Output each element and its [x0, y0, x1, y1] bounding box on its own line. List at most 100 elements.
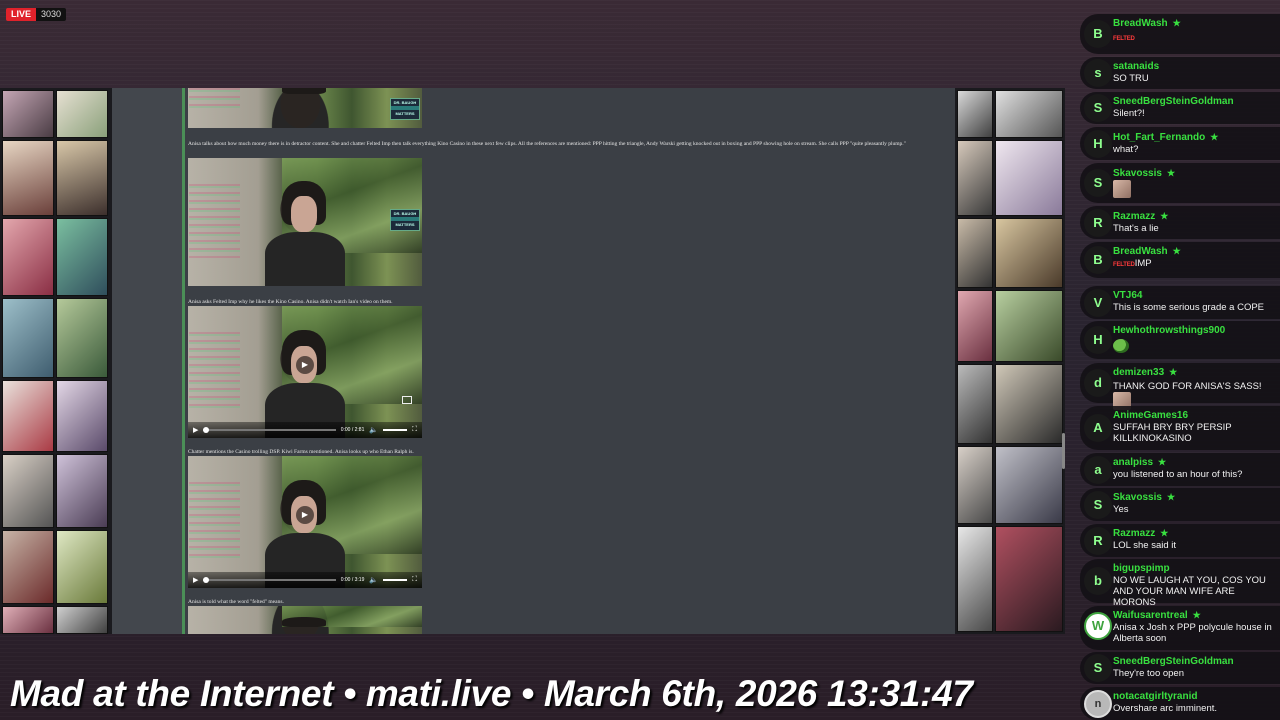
chat-text: SUFFAH BRY BRY PERSIP KILLKINOKASINO: [1113, 422, 1232, 444]
chat-username: VTJ64: [1113, 290, 1143, 301]
clip-caption: Anisa talks about how much money there i…: [188, 141, 906, 147]
chat-username: Waifusarentreal ★: [1113, 610, 1201, 621]
video-player[interactable]: ▶ ▶ 0:00 / 3:19 🔈 ⛶: [188, 456, 422, 588]
volume-icon[interactable]: 🔈: [369, 426, 378, 434]
volume-slider[interactable]: [383, 579, 408, 581]
live-indicator: LIVE 3030: [6, 8, 67, 21]
avatar: S: [1084, 654, 1112, 682]
chat-message: H Hot_Fart_Fernando ★ what?: [1080, 127, 1280, 160]
chat-message: A AnimeGames16 SUFFAH BRY BRY PERSIP KIL…: [1080, 406, 1280, 450]
star-icon: ★: [1192, 610, 1201, 620]
fullscreen-icon[interactable]: ⛶: [412, 576, 417, 584]
chat-text: Overshare arc imminent.: [1113, 703, 1218, 714]
clip-caption: Anisa asks Felted Imp why he likes the K…: [188, 299, 393, 305]
avatar: H: [1084, 326, 1112, 354]
avatar: R: [1084, 209, 1112, 237]
video-time: 0:00 / 2:81: [340, 427, 365, 433]
chat-username: AnimeGames16: [1113, 410, 1189, 421]
chat-username: SneedBergSteinGoldman: [1113, 656, 1234, 667]
play-button[interactable]: ▶: [193, 426, 198, 434]
chat-username: bigupspimp: [1113, 563, 1170, 574]
star-icon: ★: [1169, 367, 1178, 377]
chat-text: [1113, 339, 1277, 353]
frog-emote: [1113, 339, 1129, 353]
chat-username: Hewhothrowsthings900: [1113, 325, 1226, 336]
left-comic-panel: [0, 88, 112, 634]
page-scrollbar[interactable]: [1062, 433, 1065, 469]
chat-username: BreadWash ★: [1113, 246, 1181, 257]
avatar: a: [1084, 456, 1112, 484]
content-border: [182, 88, 185, 634]
star-icon: ★: [1166, 492, 1176, 502]
video-time: 0:00 / 3:19: [340, 577, 365, 583]
chat-username: Hot_Fart_Fernando ★: [1113, 132, 1219, 143]
picture-in-picture-icon[interactable]: [402, 396, 412, 404]
chat-text: what?: [1113, 144, 1139, 155]
chat-username: Skavossis ★: [1113, 492, 1176, 503]
stream-title-ticker: Mad at the Internet • mati.live • March …: [10, 673, 973, 714]
felted-emote: FELTED: [1113, 36, 1135, 42]
chat-text: SO TRU: [1113, 73, 1149, 84]
avatar: A: [1084, 414, 1112, 442]
channel-logo: DR. BAUGH MATTERS: [390, 209, 420, 232]
video-controls: ▶ 0:00 / 3:19 🔈 ⛶: [188, 572, 422, 588]
play-button[interactable]: ▶: [193, 576, 198, 584]
chat-panel: B BreadWash ★ FELTED s satanaids SO TRU S…: [1080, 0, 1280, 720]
chat-text: Anisa x Josh x PPP polycule house in Alb…: [1113, 622, 1272, 644]
chat-message: S SneedBergSteinGoldman Silent?!: [1080, 92, 1280, 124]
seek-handle[interactable]: [203, 427, 210, 433]
seek-bar[interactable]: [203, 427, 336, 433]
screen-share: DR. BAUGH MATTERS Anisa talks about how m…: [0, 88, 1065, 634]
chat-message: V VTJ64 This is some serious grade a COP…: [1080, 286, 1280, 319]
volume-slider[interactable]: [383, 429, 408, 431]
star-icon: ★: [1210, 132, 1219, 142]
chat-username: analpiss ★: [1113, 457, 1167, 468]
video-clip[interactable]: DR. BAUGH MATTERS: [188, 158, 422, 286]
avatar: b: [1084, 567, 1112, 595]
star-icon: ★: [1172, 246, 1181, 256]
avatar: S: [1084, 491, 1112, 519]
star-icon: ★: [1160, 211, 1169, 221]
star-icon: ★: [1158, 457, 1167, 467]
video-clip-top[interactable]: DR. BAUGH MATTERS: [188, 88, 422, 128]
chat-message: R Razmazz ★ That's a lie: [1080, 206, 1280, 239]
avatar: B: [1084, 20, 1112, 48]
chat-username: notacatgirltyranid: [1113, 691, 1198, 702]
page-gutter: [112, 88, 182, 634]
chat-text: LOL she said it: [1113, 540, 1177, 551]
clip-caption: Chatter mentions the Casino trolling DSP…: [188, 449, 414, 455]
chat-message: W Waifusarentreal ★ Anisa x Josh x PPP po…: [1080, 606, 1280, 650]
chat-username: satanaids: [1113, 61, 1160, 72]
chat-message: B BreadWash ★ FELTED: [1080, 14, 1280, 54]
avatar: S: [1084, 94, 1112, 122]
chat-message: n notacatgirltyranid Overshare arc immin…: [1080, 687, 1280, 720]
video-controls: ▶ 0:00 / 2:81 🔈 ⛶: [188, 422, 422, 438]
avatar: d: [1084, 369, 1112, 397]
chat-text: FELTEDIMP: [1113, 258, 1152, 269]
chat-username: BreadWash ★: [1113, 18, 1181, 29]
right-comic-panel: [955, 88, 1065, 634]
video-clip-bottom[interactable]: [188, 606, 422, 634]
avatar: R: [1084, 527, 1112, 555]
volume-icon[interactable]: 🔈: [369, 576, 378, 584]
page-content: DR. BAUGH MATTERS Anisa talks about how m…: [182, 88, 955, 634]
chat-text: FELTED: [1113, 32, 1277, 45]
chat-message: b bigupspimp NO WE LAUGH AT YOU, COS YOU…: [1080, 559, 1280, 608]
video-player[interactable]: ▶ ▶ 0:00 / 2:81 🔈 ⛶: [188, 306, 422, 438]
seek-handle[interactable]: [203, 577, 210, 583]
chat-text: This is some serious grade a COPE: [1113, 302, 1265, 313]
chat-text: That's a lie: [1113, 223, 1159, 234]
chat-username: Razmazz ★: [1113, 211, 1169, 222]
avatar: S: [1084, 169, 1112, 197]
clip-caption: Anisa is told what the word "felted" mea…: [188, 599, 284, 605]
chat-text: NO WE LAUGH AT YOU, COS YOU AND YOUR MAN…: [1113, 575, 1266, 608]
chat-text: you listened to an hour of this?: [1113, 469, 1243, 480]
fullscreen-icon[interactable]: ⛶: [412, 426, 417, 434]
felted-emote: FELTED: [1113, 262, 1135, 268]
seek-bar[interactable]: [203, 577, 336, 583]
face-emote: [1113, 180, 1131, 198]
star-icon: ★: [1160, 528, 1169, 538]
chat-text: Silent?!: [1113, 108, 1145, 119]
avatar: s: [1084, 59, 1112, 87]
chat-message: S Skavossis ★: [1080, 163, 1280, 203]
